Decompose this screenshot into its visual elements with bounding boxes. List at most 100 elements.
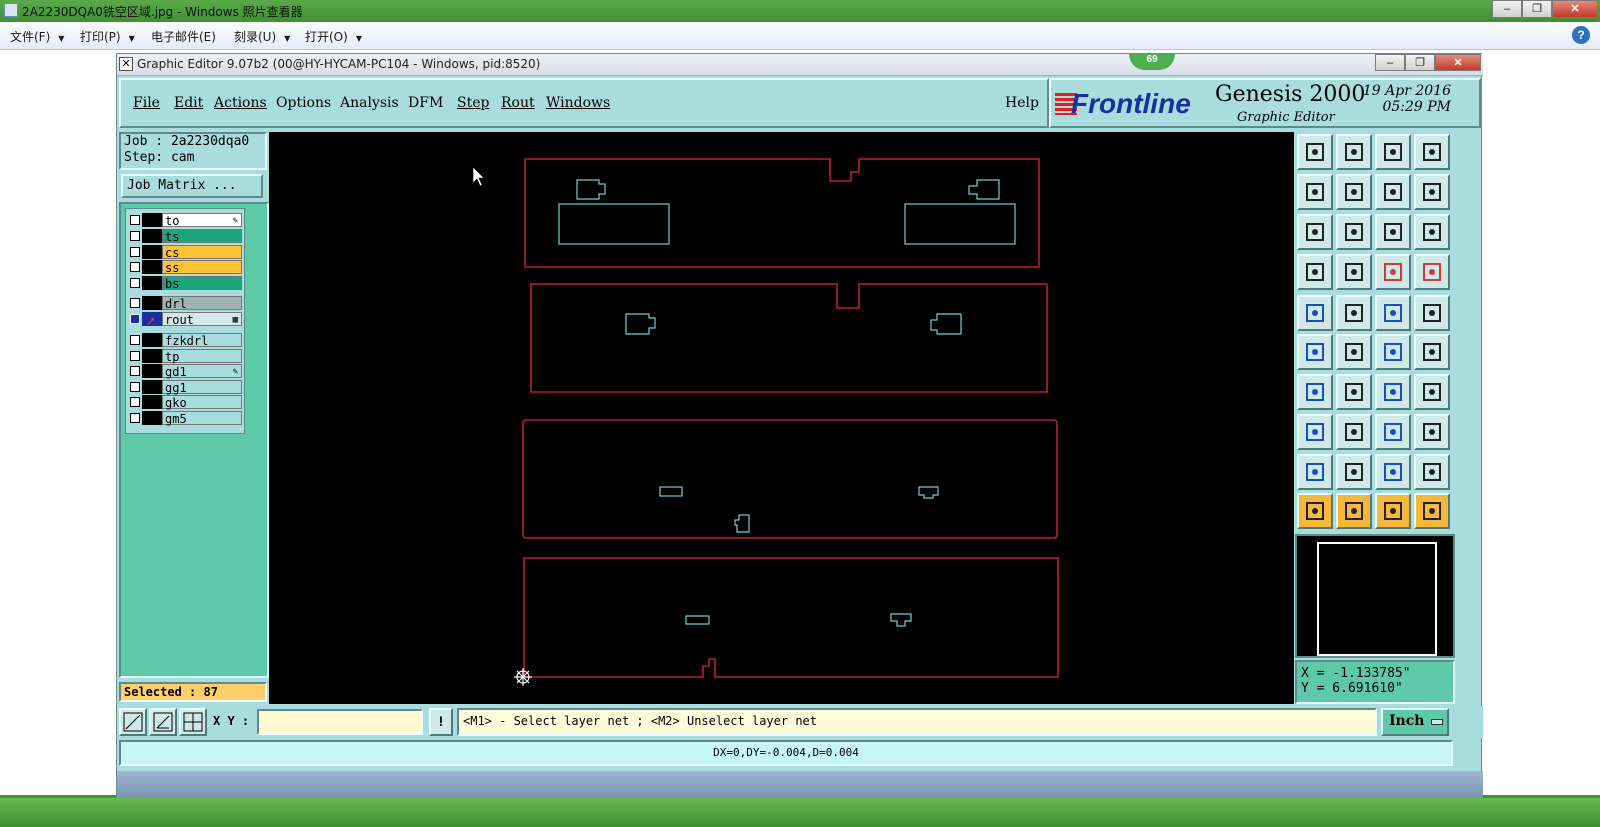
- add-pad-icon[interactable]: [1297, 295, 1333, 331]
- delete-icon[interactable]: [1336, 334, 1372, 370]
- measure-icon[interactable]: [149, 708, 177, 736]
- menu-actions[interactable]: Actions: [214, 95, 267, 111]
- layer-name[interactable]: tp: [162, 349, 242, 364]
- select-arrow-icon[interactable]: [1297, 493, 1333, 529]
- layer-row-gko[interactable]: gko: [128, 395, 242, 410]
- layer-checkbox[interactable]: [130, 215, 140, 225]
- ruler-icon[interactable]: [1375, 295, 1411, 331]
- layer-row-gm5[interactable]: gm5: [128, 411, 242, 426]
- layer-checkbox[interactable]: [130, 231, 140, 241]
- maximize-icon[interactable]: ❐: [1522, 0, 1552, 18]
- layer-switch-icon[interactable]: [1414, 254, 1450, 290]
- layer-row-fzkdrl[interactable]: fzkdrl: [128, 333, 242, 348]
- resize-icon[interactable]: [1375, 414, 1411, 450]
- layer-checkbox[interactable]: [130, 314, 140, 324]
- layer-row-drl[interactable]: drl: [128, 296, 242, 311]
- help-query-icon[interactable]: [1414, 214, 1450, 250]
- menu-open[interactable]: 打开(O) ▼: [305, 28, 362, 45]
- palette-icon[interactable]: [1297, 254, 1333, 290]
- menu-email[interactable]: 电子邮件(E): [151, 28, 216, 45]
- zoom-fit-icon[interactable]: [1297, 214, 1333, 250]
- layer-checkbox[interactable]: [130, 335, 140, 345]
- xy-input[interactable]: [257, 709, 423, 735]
- arrow-up-icon[interactable]: [1336, 454, 1372, 490]
- move-arc-icon[interactable]: [1414, 334, 1450, 370]
- layer-row-ts[interactable]: ts: [128, 229, 242, 244]
- select-touch-icon[interactable]: [1375, 493, 1411, 529]
- menu-print[interactable]: 打印(P) ▼: [80, 28, 135, 45]
- layer-name[interactable]: rout ▦: [162, 312, 242, 327]
- layer-row-cs[interactable]: cs: [128, 245, 242, 260]
- layer-name[interactable]: ss: [162, 260, 242, 275]
- layer-name[interactable]: cs: [162, 245, 242, 260]
- minimize-icon[interactable]: –: [1492, 0, 1522, 18]
- grid-icon[interactable]: [179, 708, 207, 736]
- layer-checkbox[interactable]: [130, 247, 140, 257]
- layer-checkbox[interactable]: [130, 351, 140, 361]
- snap-pad-icon[interactable]: [1297, 414, 1333, 450]
- layer-checkbox[interactable]: [130, 278, 140, 288]
- copy-to-icon[interactable]: [1297, 134, 1333, 170]
- rotate-icon[interactable]: [1375, 374, 1411, 410]
- home-icon[interactable]: [1375, 134, 1411, 170]
- layer-checkbox[interactable]: [130, 382, 140, 392]
- menu-rout[interactable]: Rout: [501, 95, 535, 111]
- close-icon[interactable]: ✕: [1435, 54, 1481, 71]
- menu-windows[interactable]: Windows: [546, 95, 610, 111]
- layer-checkbox[interactable]: [130, 366, 140, 376]
- layer-name[interactable]: bs: [162, 276, 242, 291]
- menu-analysis[interactable]: Analysis: [340, 95, 399, 111]
- layer-panel-icon[interactable]: [1375, 254, 1411, 290]
- menu-edit[interactable]: Edit: [174, 95, 203, 111]
- shape-a-icon[interactable]: [1375, 454, 1411, 490]
- menu-burn[interactable]: 刻录(U) ▼: [234, 28, 290, 45]
- layer-name[interactable]: gm5: [162, 411, 242, 426]
- layer-checkbox[interactable]: [130, 262, 140, 272]
- board-drawing[interactable]: [269, 132, 1294, 704]
- net-icon[interactable]: [1297, 334, 1333, 370]
- restore-icon[interactable]: ❐: [1405, 54, 1435, 71]
- menu-step[interactable]: Step: [457, 95, 489, 111]
- graphic-canvas[interactable]: [269, 132, 1294, 704]
- line-width-icon[interactable]: [1336, 414, 1372, 450]
- warning-icon[interactable]: !: [429, 708, 453, 736]
- zoom-window-icon[interactable]: [1414, 134, 1450, 170]
- help-icon[interactable]: ?: [1572, 26, 1590, 44]
- zoom-select-icon[interactable]: [1414, 174, 1450, 210]
- undo-zoom-icon[interactable]: [1375, 174, 1411, 210]
- shape-a-line-icon[interactable]: [1414, 454, 1450, 490]
- layer-row-gg1[interactable]: gg1: [128, 380, 242, 395]
- layer-row-tp[interactable]: tp: [128, 349, 242, 364]
- zoom-center-icon[interactable]: [1336, 214, 1372, 250]
- move-point-icon[interactable]: [1375, 334, 1411, 370]
- grid-icon[interactable]: [1336, 254, 1372, 290]
- layer-row-bs[interactable]: bs: [128, 276, 242, 291]
- copy-features-icon[interactable]: [1414, 414, 1450, 450]
- layer-checkbox[interactable]: [130, 397, 140, 407]
- job-matrix-button[interactable]: Job Matrix ...: [121, 174, 263, 198]
- overview-window[interactable]: [1295, 534, 1455, 658]
- zoom-1-2-icon[interactable]: [1375, 214, 1411, 250]
- mirror-icon[interactable]: [1414, 374, 1450, 410]
- layer-name[interactable]: gg1: [162, 380, 242, 395]
- close-icon[interactable]: ✕: [1552, 0, 1598, 18]
- layer-name[interactable]: to ✎: [162, 213, 242, 228]
- layer-name[interactable]: gd1 ✎: [162, 364, 242, 379]
- unit-selector[interactable]: Inch: [1381, 708, 1449, 736]
- menu-options[interactable]: Options: [276, 95, 331, 111]
- pan-right-icon[interactable]: [1336, 174, 1372, 210]
- add-line-icon[interactable]: [1336, 295, 1372, 331]
- menu-dfm[interactable]: DFM: [408, 95, 443, 111]
- layer-name[interactable]: gko: [162, 395, 242, 410]
- paste-from-icon[interactable]: [1336, 134, 1372, 170]
- layer-row-ss[interactable]: ss: [128, 260, 242, 275]
- pan-left-icon[interactable]: [1297, 174, 1333, 210]
- select-net-icon[interactable]: [1414, 493, 1450, 529]
- add-round-pad-icon[interactable]: [1414, 295, 1450, 331]
- layer-name[interactable]: fzkdrl: [162, 333, 242, 348]
- layer-name[interactable]: ts: [162, 229, 242, 244]
- layer-checkbox[interactable]: [130, 298, 140, 308]
- layer-row-to[interactable]: to ✎: [128, 213, 242, 228]
- line-cut-icon[interactable]: [1336, 374, 1372, 410]
- layer-checkbox[interactable]: [130, 413, 140, 423]
